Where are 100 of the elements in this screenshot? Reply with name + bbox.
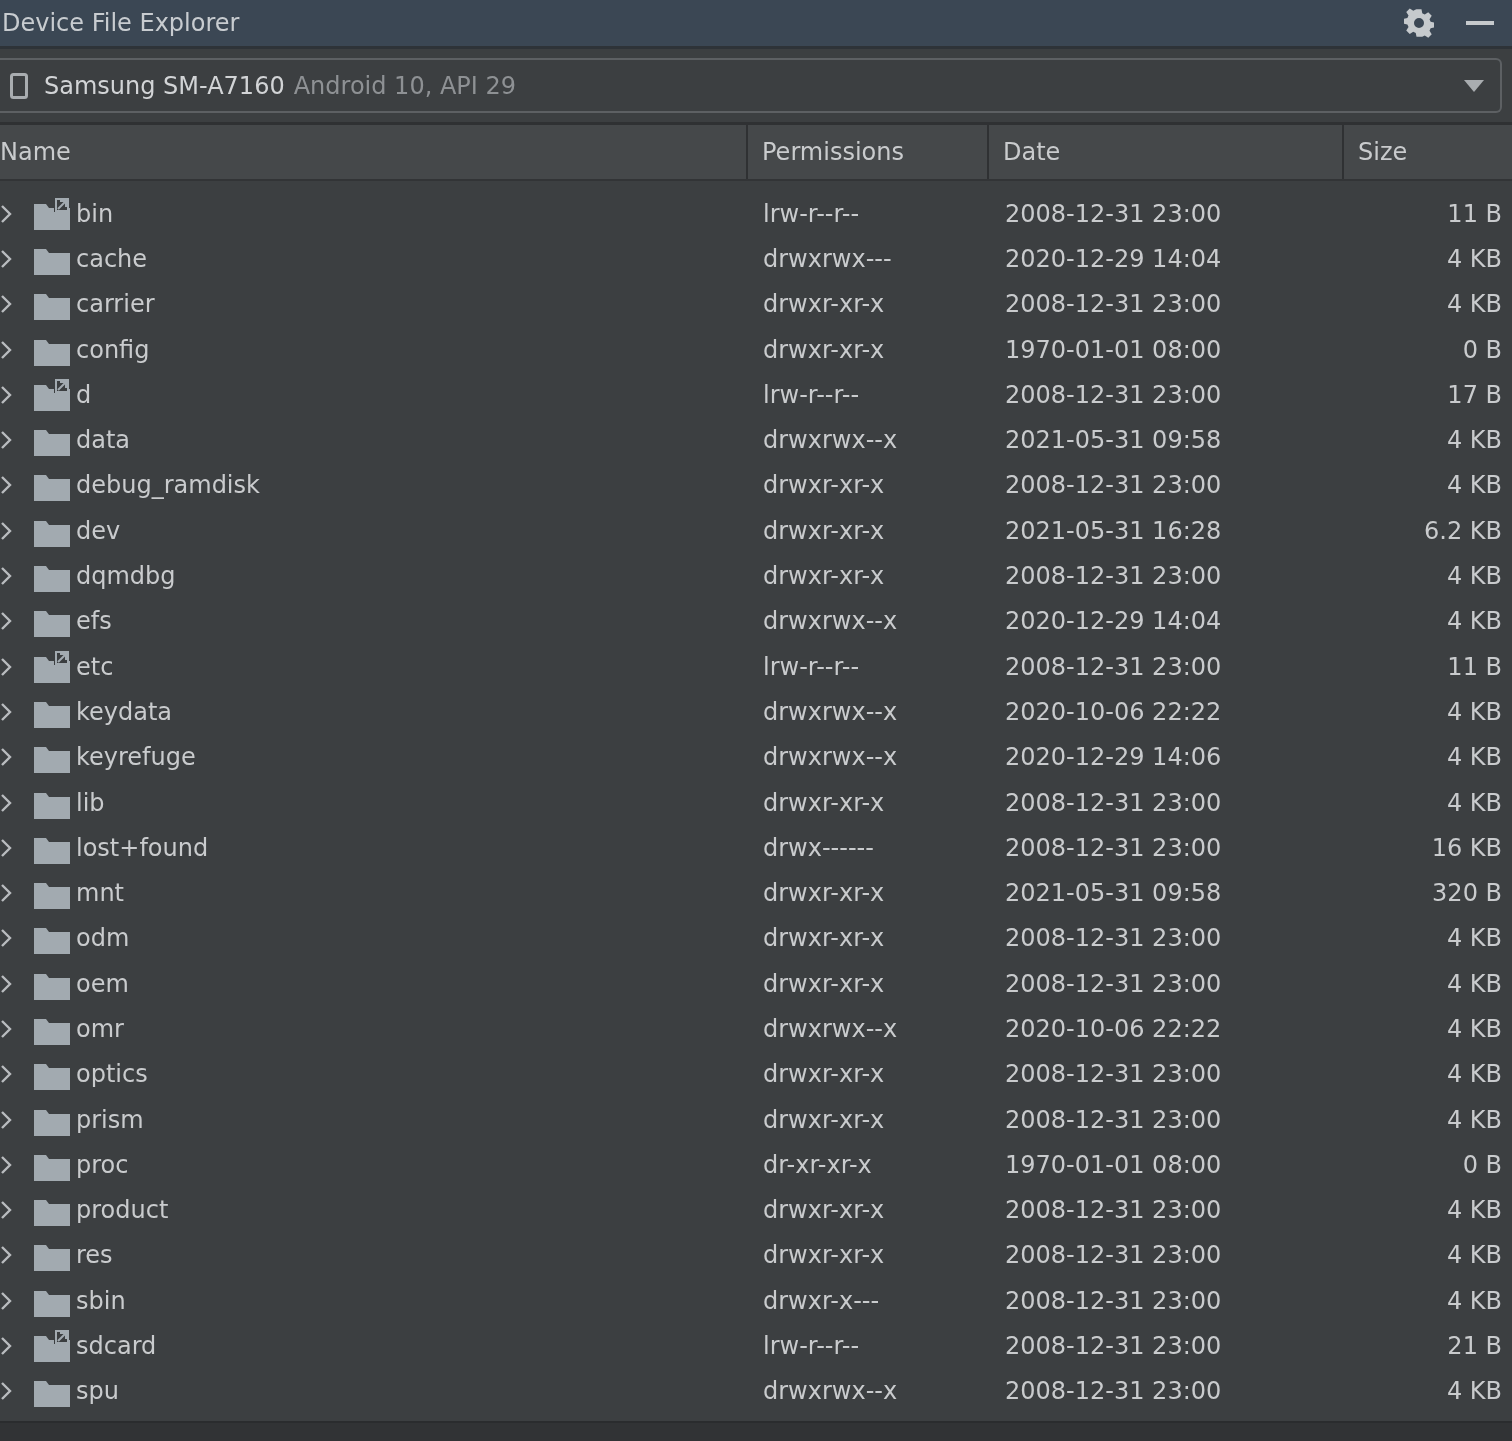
file-name[interactable]: omr bbox=[76, 1015, 124, 1043]
size-cell-text: 4 KB bbox=[1445, 426, 1502, 455]
file-name[interactable]: product bbox=[76, 1196, 169, 1225]
file-name[interactable]: dqmdbg bbox=[76, 562, 176, 590]
file-name[interactable]: sbin bbox=[76, 1286, 126, 1315]
date-cell-text: 2021-05-31 16:28 bbox=[1004, 516, 1223, 545]
permissions-cell-text: drwxr-xr-x bbox=[762, 335, 886, 364]
file-name[interactable]: data bbox=[76, 426, 131, 455]
permissions-cell-text: lrw-r--r-- bbox=[762, 199, 861, 228]
date-cell-text: 1970-01-01 08:00 bbox=[1004, 335, 1223, 364]
permissions-cell-text: drwxr-xr-x bbox=[762, 969, 886, 998]
file-name[interactable]: carrier bbox=[76, 290, 155, 319]
permissions-cell-text: drwxr-xr-x bbox=[762, 879, 886, 908]
file-name[interactable]: proc bbox=[76, 1150, 129, 1179]
date-cell-text: 2008-12-31 23:00 bbox=[1004, 562, 1223, 590]
file-name[interactable]: bin bbox=[76, 199, 114, 228]
permissions-cell-text: drwxr-xr-x bbox=[762, 1241, 886, 1270]
file-name[interactable]: dev bbox=[76, 516, 121, 545]
file-name[interactable]: prism bbox=[76, 1105, 144, 1134]
size-cell-text: 0 B bbox=[1461, 335, 1502, 364]
permissions-cell-text: drwxr-xr-x bbox=[762, 1196, 886, 1225]
file-name[interactable]: cache bbox=[76, 244, 148, 273]
file-name[interactable]: odm bbox=[76, 924, 130, 953]
permissions-cell-text: drwxrwx--x bbox=[762, 743, 899, 772]
date-cell-text: 2008-12-31 23:00 bbox=[1004, 652, 1223, 681]
permissions-cell-text: drwxrwx--x bbox=[762, 607, 899, 636]
date-cell-text: 2020-10-06 22:22 bbox=[1004, 697, 1223, 726]
permissions-cell-text: lrw-r--r-- bbox=[762, 380, 861, 409]
date-cell-text: 2008-12-31 23:00 bbox=[1004, 199, 1223, 228]
permissions-cell-text: drwx------ bbox=[762, 833, 875, 862]
permissions-cell-text: drwxr-xr-x bbox=[762, 471, 886, 500]
file-name[interactable]: keyrefuge bbox=[76, 743, 196, 772]
file-name[interactable]: keydata bbox=[76, 697, 173, 726]
device-dropdown[interactable]: Samsung SM-A7160 Android 10, API 29 bbox=[0, 58, 1502, 113]
permissions-cell-text: drwxr-xr-x bbox=[762, 924, 886, 953]
column-header[interactable]: Permissions bbox=[746, 125, 987, 179]
date-cell-text: 2020-10-06 22:22 bbox=[1004, 1015, 1223, 1043]
column-header[interactable]: Name bbox=[0, 125, 746, 179]
date-cell-text: 2008-12-31 23:00 bbox=[1004, 1377, 1223, 1406]
file-name[interactable]: debug_ramdisk bbox=[76, 471, 260, 500]
device-details: Android 10, API 29 bbox=[293, 71, 517, 100]
size-cell-text: 4 KB bbox=[1445, 607, 1502, 636]
column-header[interactable]: Size bbox=[1342, 125, 1502, 179]
size-cell-text: 4 KB bbox=[1445, 562, 1502, 590]
date-cell-text: 2008-12-31 23:00 bbox=[1004, 380, 1223, 409]
file-name[interactable]: oem bbox=[76, 969, 129, 998]
date-cell-text: 2008-12-31 23:00 bbox=[1004, 1105, 1223, 1134]
size-cell-text: 0 B bbox=[1461, 1150, 1502, 1179]
permissions-cell-text: drwxr-xr-x bbox=[762, 516, 886, 545]
folder-link-icon bbox=[34, 1330, 70, 1363]
settings-icon[interactable] bbox=[1404, 8, 1434, 38]
file-name[interactable]: mnt bbox=[76, 879, 124, 908]
size-cell-text: 4 KB bbox=[1445, 697, 1502, 726]
permissions-cell-text: drwxr-x--- bbox=[762, 1286, 881, 1315]
size-cell-text: 4 KB bbox=[1445, 1015, 1502, 1043]
folder-link-icon bbox=[34, 650, 70, 683]
date-cell-text: 2008-12-31 23:00 bbox=[1004, 1060, 1223, 1089]
size-cell-text: 6.2 KB bbox=[1423, 516, 1502, 545]
file-name[interactable]: d bbox=[76, 380, 92, 409]
permissions-cell-text: drwxrwx--x bbox=[762, 1015, 899, 1043]
date-cell-text: 2008-12-31 23:00 bbox=[1004, 1241, 1223, 1270]
file-name[interactable]: lost+found bbox=[76, 833, 209, 862]
permissions-cell-text: lrw-r--r-- bbox=[762, 652, 861, 681]
file-name[interactable]: res bbox=[76, 1241, 113, 1270]
size-cell-text: 21 B bbox=[1446, 1332, 1502, 1361]
permissions-cell-text: drwxrwx--x bbox=[762, 1377, 899, 1406]
permissions-cell-text: drwxr-xr-x bbox=[762, 1105, 886, 1134]
file-name[interactable]: spu bbox=[76, 1377, 119, 1406]
date-cell-text: 2020-12-29 14:04 bbox=[1004, 607, 1223, 636]
file-name[interactable]: efs bbox=[76, 607, 112, 636]
date-cell-text: 2021-05-31 09:58 bbox=[1004, 426, 1223, 455]
size-cell-text: 4 KB bbox=[1445, 924, 1502, 953]
size-cell-text: 4 KB bbox=[1445, 290, 1502, 319]
date-cell-text: 1970-01-01 08:00 bbox=[1004, 1150, 1223, 1179]
size-cell-text: 4 KB bbox=[1445, 788, 1502, 817]
date-cell-text: 2020-12-29 14:06 bbox=[1004, 743, 1223, 772]
folder-link-icon bbox=[34, 197, 70, 230]
date-cell-text: 2008-12-31 23:00 bbox=[1004, 788, 1223, 817]
file-name[interactable]: config bbox=[76, 335, 150, 364]
window-title: Device File Explorer bbox=[2, 9, 240, 37]
dropdown-caret-icon bbox=[1464, 79, 1484, 92]
date-cell-text: 2008-12-31 23:00 bbox=[1004, 290, 1223, 319]
size-cell-text: 320 B bbox=[1431, 879, 1502, 908]
date-cell-text: 2021-05-31 09:58 bbox=[1004, 879, 1223, 908]
file-name[interactable]: etc bbox=[76, 652, 114, 681]
date-cell-text: 2008-12-31 23:00 bbox=[1004, 969, 1223, 998]
file-name[interactable]: lib bbox=[76, 788, 105, 817]
permissions-cell-text: drwxr-xr-x bbox=[762, 562, 886, 590]
permissions-cell-text: drwxrwx--x bbox=[762, 426, 899, 455]
date-cell-text: 2008-12-31 23:00 bbox=[1004, 1286, 1223, 1315]
size-cell-text: 4 KB bbox=[1445, 1060, 1502, 1089]
folder-link-icon bbox=[34, 378, 70, 411]
phone-icon bbox=[10, 72, 28, 99]
size-cell-text: 4 KB bbox=[1445, 1241, 1502, 1270]
device-name: Samsung SM-A7160 bbox=[44, 71, 285, 100]
file-name[interactable]: optics bbox=[76, 1060, 148, 1089]
column-header[interactable]: Date bbox=[987, 125, 1342, 179]
date-cell-text: 2008-12-31 23:00 bbox=[1004, 471, 1223, 500]
file-name[interactable]: sdcard bbox=[76, 1332, 157, 1361]
date-cell-text: 2008-12-31 23:00 bbox=[1004, 1196, 1223, 1225]
